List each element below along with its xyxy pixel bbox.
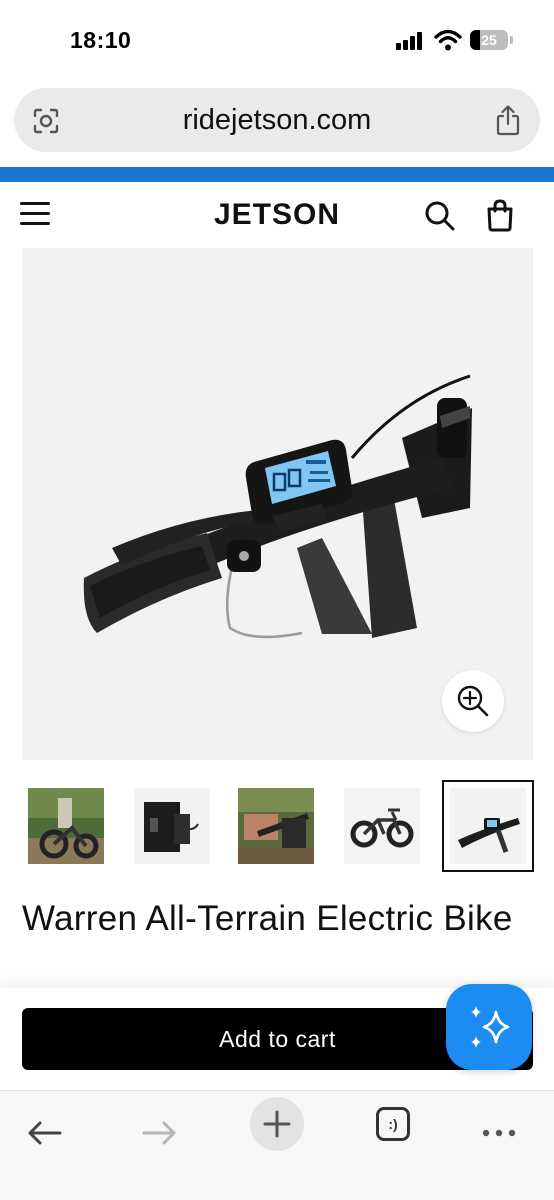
thumbnail-3[interactable]: [238, 788, 314, 864]
wifi-icon: [434, 29, 462, 51]
shopping-bag-icon[interactable]: [484, 198, 516, 232]
back-arrow-icon[interactable]: [16, 1103, 72, 1159]
battery-icon: 25: [470, 30, 508, 50]
ai-assistant-button[interactable]: [446, 984, 532, 1070]
status-time: 18:10: [70, 27, 132, 53]
share-icon[interactable]: [494, 104, 522, 136]
thumbnail-strip: [0, 780, 554, 872]
brand-logo[interactable]: JETSON: [0, 182, 554, 248]
product-image[interactable]: [22, 248, 533, 760]
announcement-bar[interactable]: [0, 167, 554, 182]
thumbnail-1[interactable]: [28, 788, 104, 864]
status-bar: 18:10 25: [0, 0, 554, 80]
search-icon[interactable]: [424, 200, 456, 232]
url-text[interactable]: ridejetson.com: [14, 88, 540, 152]
browser-toolbar: :): [0, 1090, 554, 1200]
thumbnail-5[interactable]: [442, 780, 534, 872]
thumbnail-4[interactable]: [344, 788, 420, 864]
more-icon[interactable]: [472, 1103, 528, 1159]
site-header: JETSON: [0, 182, 554, 248]
address-bar[interactable]: ridejetson.com: [14, 88, 540, 152]
zoom-button[interactable]: [442, 670, 504, 732]
sparkle-icon: [471, 1006, 510, 1048]
zoom-in-icon: [457, 685, 489, 717]
forward-arrow-icon[interactable]: [132, 1103, 188, 1159]
plus-icon: [263, 1110, 291, 1138]
battery-level: 25: [481, 32, 497, 48]
thumbnail-2[interactable]: [134, 788, 210, 864]
product-title: Warren All-Terrain Electric Bike: [22, 899, 513, 938]
tabs-icon[interactable]: :): [376, 1107, 410, 1141]
new-tab-button[interactable]: [250, 1097, 304, 1151]
battery-tip: [510, 36, 513, 44]
cellular-signal-icon: [396, 32, 424, 50]
